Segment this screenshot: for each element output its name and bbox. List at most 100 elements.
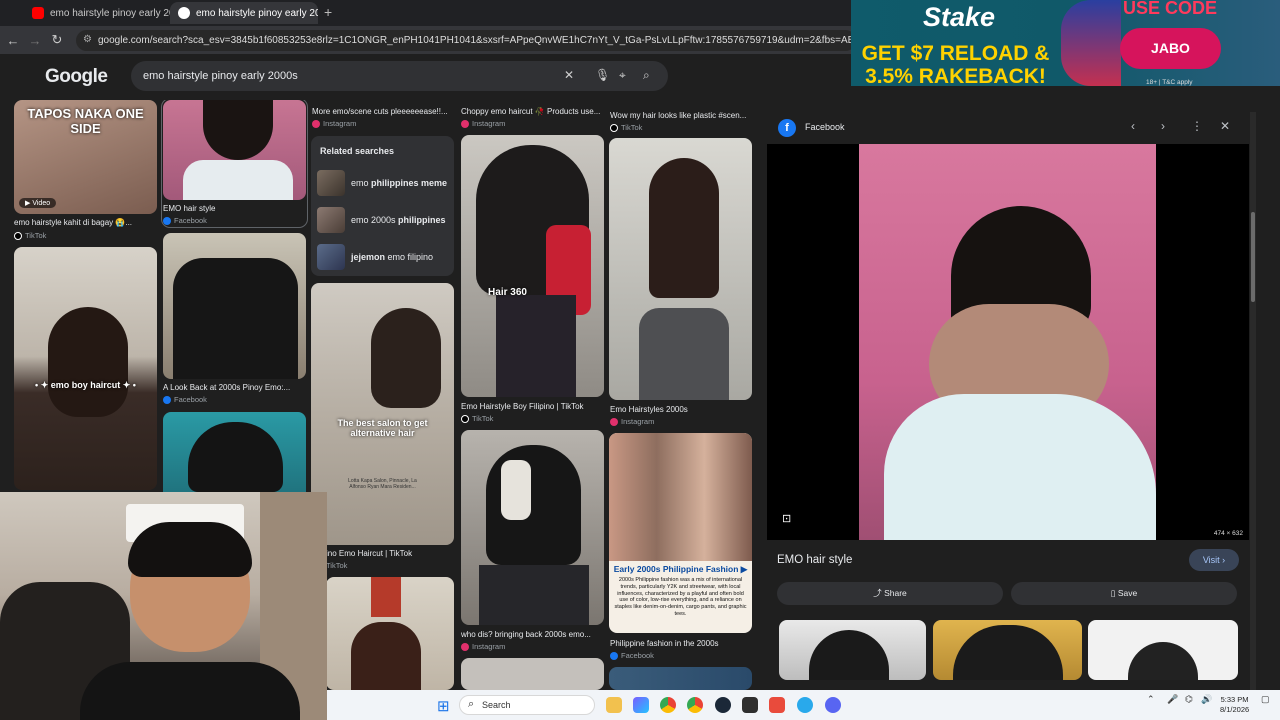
- image-result[interactable]: • ✦ emo boy haircut ✦ •: [14, 247, 157, 490]
- image-result[interactable]: [461, 430, 604, 625]
- result-source[interactable]: Instagram: [312, 119, 356, 128]
- result-caption[interactable]: A Look Back at 2000s Pinoy Emo:...: [163, 383, 308, 392]
- image-overlay-text: The best salon to get alternative hair: [337, 418, 428, 438]
- network-icon[interactable]: ⌬: [1185, 694, 1193, 705]
- google-logo[interactable]: Google: [45, 66, 108, 88]
- steam-icon[interactable]: [715, 697, 731, 713]
- related-search-item[interactable]: jejemon emo filipino: [317, 242, 448, 272]
- image-result[interactable]: [326, 577, 454, 690]
- result-caption[interactable]: Wow my hair looks like plastic #scen...: [610, 111, 755, 120]
- share-button[interactable]: ⤴ Share: [777, 582, 1003, 605]
- preview-image[interactable]: [859, 144, 1156, 540]
- scrollbar[interactable]: [1250, 112, 1256, 690]
- new-tab-icon[interactable]: +: [324, 4, 332, 20]
- save-button[interactable]: ▯ Save: [1011, 582, 1237, 605]
- image-result[interactable]: [163, 412, 306, 502]
- chrome-profile-icon[interactable]: [687, 697, 703, 713]
- google-lens-icon[interactable]: ⊡: [782, 512, 791, 525]
- related-prefix: emo: [351, 178, 372, 188]
- result-source[interactable]: TikTok: [461, 414, 493, 423]
- hoodie-shape: [479, 565, 589, 625]
- preview-title[interactable]: EMO hair style: [777, 554, 852, 566]
- clock-date: 8/1/2026: [1220, 705, 1250, 714]
- volume-icon[interactable]: 🔊: [1201, 694, 1212, 705]
- result-source[interactable]: TikTok: [610, 123, 642, 132]
- image-result[interactable]: [461, 658, 604, 690]
- preview-image-area[interactable]: ⊡ 474 × 632: [767, 144, 1249, 540]
- preview-source[interactable]: Facebook: [805, 122, 845, 132]
- reload-icon[interactable]: ↻: [46, 32, 68, 48]
- image-heading: Early 2000s Philippine Fashion ▶: [613, 564, 748, 574]
- discord-icon[interactable]: [825, 697, 841, 713]
- close-icon[interactable]: ✕: [1220, 119, 1230, 133]
- image-result[interactable]: Early 2000s Philippine Fashion ▶ 2000s P…: [609, 433, 752, 633]
- search-icon[interactable]: ⌕: [643, 68, 650, 83]
- clear-icon[interactable]: ✕: [564, 68, 574, 82]
- copilot-icon[interactable]: [633, 697, 649, 713]
- result-caption[interactable]: More emo/scene cuts pleeeeeease!!...: [312, 107, 457, 116]
- taskbar-search[interactable]: ⌕ Search: [459, 695, 595, 715]
- result-source[interactable]: Facebook: [163, 216, 207, 225]
- related-search-item[interactable]: emo philippines meme: [317, 168, 448, 198]
- next-icon[interactable]: ›: [1161, 119, 1165, 133]
- related-image-thumb[interactable]: [779, 620, 926, 680]
- search-query[interactable]: emo hairstyle pinoy early 2000s: [143, 70, 298, 82]
- result-source[interactable]: Instagram: [610, 417, 654, 426]
- result-caption[interactable]: Choppy emo haircut 🥀 Products use...: [461, 107, 606, 116]
- app-icon[interactable]: [769, 697, 785, 713]
- facebook-icon: [610, 651, 618, 660]
- result-caption[interactable]: Emo Hairstyle Boy Filipino | TikTok: [461, 402, 606, 411]
- result-caption[interactable]: Emo Hairstyles 2000s: [610, 405, 755, 414]
- image-result[interactable]: TAPOS NAKA ONE SIDE ▶ Video: [14, 100, 157, 214]
- show-hidden-icons-icon[interactable]: ⌃: [1147, 694, 1155, 705]
- back-icon[interactable]: ←: [2, 33, 24, 48]
- image-result[interactable]: The best salon to get alternative hair L…: [311, 283, 454, 545]
- result-source[interactable]: TikTok: [14, 231, 46, 240]
- related-image-thumb[interactable]: [933, 620, 1082, 680]
- forward-icon[interactable]: →: [24, 33, 46, 48]
- result-source[interactable]: Facebook: [610, 651, 654, 660]
- tab-youtube[interactable]: emo hairstyle pinoy early 2000s ✕: [24, 2, 174, 24]
- windows-start-icon[interactable]: ⊞: [437, 697, 450, 715]
- facebook-icon: f: [778, 119, 796, 137]
- hair-shape: [48, 307, 128, 417]
- tab-google[interactable]: emo hairstyle pinoy early 2000s ✕: [170, 2, 318, 24]
- result-caption[interactable]: EMO hair style: [163, 204, 308, 213]
- site-info-icon[interactable]: ⚙: [83, 34, 92, 45]
- shirt-shape: [884, 394, 1156, 540]
- result-source[interactable]: Instagram: [461, 642, 505, 651]
- notification-icon[interactable]: ▢: [1261, 694, 1270, 705]
- result-source[interactable]: Instagram: [461, 119, 505, 128]
- result-caption[interactable]: emo hairstyle kahit di bagay 😭...: [14, 218, 159, 227]
- image-body-text: 2000s Philippine fashion was a mix of in…: [614, 577, 747, 617]
- instagram-icon: [312, 119, 320, 128]
- image-result[interactable]: [609, 667, 752, 690]
- obs-icon[interactable]: [742, 697, 758, 713]
- image-result[interactable]: [163, 233, 306, 379]
- result-caption[interactable]: ino Emo Haircut | TikTok: [326, 549, 471, 558]
- lens-icon[interactable]: ⌖: [619, 68, 626, 83]
- scrollbar-thumb[interactable]: [1251, 212, 1255, 302]
- chrome-icon[interactable]: [660, 697, 676, 713]
- hair-shape: [953, 625, 1063, 680]
- result-caption[interactable]: who dis? bringing back 2000s emo...: [461, 630, 606, 639]
- system-clock[interactable]: 5:33 PM 8/1/2026: [1220, 695, 1249, 715]
- microphone-icon[interactable]: 🎤: [1167, 694, 1178, 705]
- telegram-icon[interactable]: [797, 697, 813, 713]
- related-thumbnail: [317, 170, 345, 196]
- result-source[interactable]: TikTok: [326, 561, 347, 570]
- image-result[interactable]: [609, 138, 752, 400]
- visit-button[interactable]: Visit ›: [1189, 549, 1239, 571]
- microphone-icon[interactable]: 🎙: [595, 68, 610, 82]
- related-image-thumb[interactable]: [1088, 620, 1238, 680]
- address-bar[interactable]: ⚙ google.com/search?sca_esv=3845b1f60853…: [76, 30, 856, 51]
- source-label: Instagram: [472, 642, 506, 651]
- image-result[interactable]: Hair 360: [461, 135, 604, 397]
- result-source[interactable]: Facebook: [163, 395, 207, 404]
- result-caption[interactable]: Philippine fashion in the 2000s: [610, 639, 755, 648]
- previous-icon[interactable]: ‹: [1131, 119, 1135, 133]
- search-box[interactable]: emo hairstyle pinoy early 2000s ✕ 🎙 ⌖ ⌕: [131, 61, 668, 91]
- related-search-item[interactable]: emo 2000s philippines: [317, 205, 448, 235]
- file-explorer-icon[interactable]: [606, 697, 622, 713]
- more-options-icon[interactable]: ⋮: [1191, 119, 1203, 133]
